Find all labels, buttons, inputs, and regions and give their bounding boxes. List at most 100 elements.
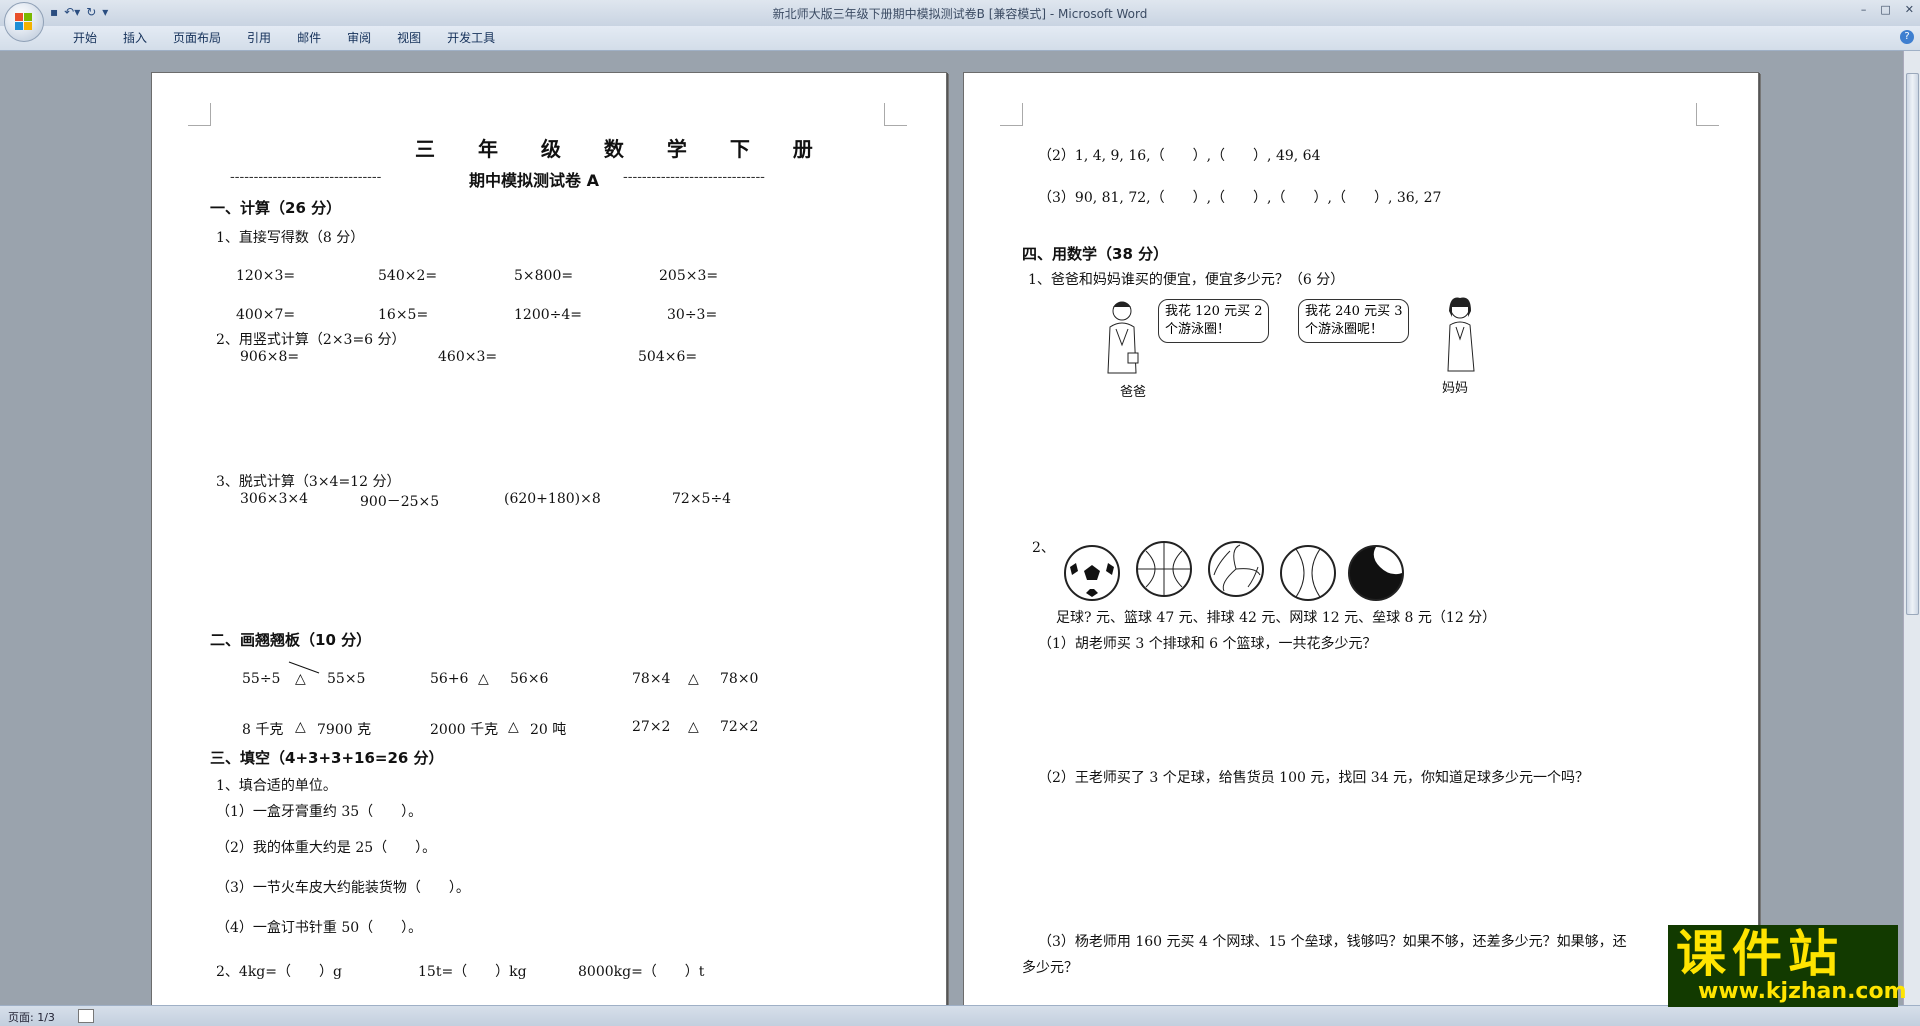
calc-item: 205×3= [659,268,719,284]
close-icon[interactable]: ✕ [1905,3,1914,16]
tab-review[interactable]: 审阅 [334,30,384,46]
calc-item: 460×3= [438,349,498,365]
compare-item: 8 千克 [242,722,284,738]
help-icon[interactable]: ? [1900,30,1914,44]
calc-item: 72×5÷4 [672,491,732,507]
bubble-line: 我花 240 元买 3 [1305,304,1403,319]
sequence-item: （2）1, 4, 9, 16,（ ）,（ ）, 49, 64 [1038,148,1321,164]
tab-references[interactable]: 引用 [234,30,284,46]
margin-corner-mark [188,103,211,126]
seesaw-triangle-icon: △ [508,719,519,735]
office-logo-icon [15,13,33,31]
fill-item: 8000kg=（ ）t [578,964,705,980]
sub-question-3-cont: 多少元？ [1022,960,1078,976]
question-4-2: 2、 [1032,540,1055,556]
volleyball-icon [1208,541,1264,597]
margin-corner-mark [884,103,907,126]
fill-item: （4）一盒订书针重 50（ ）。 [216,920,423,936]
basketball-icon [1136,541,1192,597]
compare-item: 27×2 [632,719,671,735]
margin-corner-mark [1696,103,1719,126]
fill-item: （3）一节火车皮大约能装货物（ ）。 [216,880,470,896]
document-page-1[interactable]: 三 年 级 数 学 下 册 --------------------------… [151,72,947,1014]
tab-insert[interactable]: 插入 [110,30,160,46]
section-1-heading: 一、计算（26 分） [210,199,342,217]
compare-item: 55÷5 [242,671,281,687]
status-bar: 页面: 1/3 [0,1005,1920,1026]
minimize-icon[interactable]: – [1861,3,1867,16]
softball-icon [1348,545,1404,601]
calc-item: 504×6= [638,349,698,365]
tab-home[interactable]: 开始 [60,30,110,46]
compare-item: 78×4 [632,671,671,687]
fill-item: （1）一盒牙膏重约 35（ ）。 [216,804,423,820]
sequence-item: （3）90, 81, 72,（ ）,（ ）,（ ）,（ ）, 36, 27 [1038,190,1442,206]
bubble-line: 个游泳圈呢！ [1305,322,1384,337]
calc-item: 30÷3= [667,307,718,323]
compare-item: 7900 克 [317,722,372,738]
section-3-heading: 三、填空（4+3+3+16=26 分） [210,749,444,767]
document-page-2[interactable]: （2）1, 4, 9, 16,（ ）,（ ）, 49, 64 （3）90, 81… [963,72,1759,1014]
mom-label: 妈妈 [1442,381,1469,396]
compare-item: 20 吨 [530,722,567,738]
question-1-3: 3、脱式计算（3×4=12 分） [216,474,401,490]
bubble-line: 个游泳圈！ [1165,322,1231,337]
fill-item: 2、4kg=（ ）g [216,964,342,980]
compare-item: 78×0 [720,671,759,687]
calc-item: 900－25×5 [360,494,440,510]
tab-view[interactable]: 视图 [384,30,434,46]
calc-item: 306×3×4 [240,491,308,507]
page-count[interactable]: 页面: 1/3 [8,1009,55,1025]
compare-item: 72×2 [720,719,759,735]
sub-question-3: （3）杨老师用 160 元买 4 个网球、15 个垒球，钱够吗？如果不够，还差多… [1038,934,1627,950]
question-3-1: 1、填合适的单位。 [216,778,337,794]
dad-label: 爸爸 [1120,385,1147,400]
title-bar: ▪ ↶▾ ↻ ▾ 新北师大版三年级下册期中模拟测试卷B [兼容模式] - Mic… [0,0,1920,27]
mom-figure-icon [1447,297,1475,372]
compare-item: 2000 千克 [430,722,499,738]
price-list: 足球? 元、篮球 47 元、排球 42 元、网球 12 元、垒球 8 元（12 … [1056,610,1497,626]
calc-item: 906×8= [240,349,300,365]
fill-item: （2）我的体重大约是 25（ ）。 [216,840,437,856]
question-4-1: 1、爸爸和妈妈谁买的便宜，便宜多少元？（6 分） [1028,272,1345,288]
soccer-ball-icon [1064,545,1120,601]
seesaw-triangle-icon: △ [295,671,306,687]
calc-item: 1200÷4= [514,307,582,323]
dad-speech-bubble: 我花 120 元买 2 个游泳圈！ [1158,299,1270,343]
scrollbar-thumb[interactable] [1906,73,1919,615]
sub-question-1: （1）胡老师买 3 个排球和 6 个篮球，一共花多少元？ [1038,636,1377,652]
mom-speech-bubble: 我花 240 元买 3 个游泳圈呢！ [1298,299,1410,343]
calc-item: 5×800= [514,268,574,284]
watermark-text: 课件站 [1676,925,1844,983]
bubble-line: 我花 120 元买 2 [1165,304,1263,319]
tab-page-layout[interactable]: 页面布局 [160,30,234,46]
calc-item: 400×7= [236,307,296,323]
title-dashes: -------------------------------- [230,169,382,185]
proofing-icon[interactable] [78,1009,94,1023]
seesaw-triangle-icon: △ [688,671,699,687]
compare-item: 56×6 [510,671,549,687]
section-2-heading: 二、画翘翘板（10 分） [210,631,372,649]
vertical-scrollbar[interactable] [1903,51,1920,1005]
seesaw-triangle-icon: △ [478,671,489,687]
tab-developer[interactable]: 开发工具 [434,30,508,46]
office-button[interactable] [4,2,44,42]
ribbon-tabs: 开始 插入 页面布局 引用 邮件 审阅 视图 开发工具 ? [0,26,1920,51]
section-4-heading: 四、用数学（38 分） [1022,245,1169,263]
window-title: 新北师大版三年级下册期中模拟测试卷B [兼容模式] - Microsoft Wo… [772,7,1148,21]
watermark-logo: 课件站 www.kjzhan.com [1668,925,1907,1007]
page-subtitle: 期中模拟测试卷 A [469,171,599,190]
calc-item: 120×3= [236,268,296,284]
fill-item: 15t=（ ）kg [418,964,527,980]
window-controls: – □ ✕ [1861,3,1914,16]
compare-item: 56+6 [430,671,469,687]
margin-corner-mark [1000,103,1023,126]
page-title: 三 年 级 数 学 下 册 [415,137,831,161]
tennis-ball-icon [1280,545,1336,601]
question-1-2: 2、用竖式计算（2×3=6 分） [216,332,406,348]
tab-mailings[interactable]: 邮件 [284,30,334,46]
seesaw-triangle-icon: △ [295,719,306,735]
maximize-icon[interactable]: □ [1880,3,1890,16]
question-1-1: 1、直接写得数（8 分） [216,230,365,246]
title-dashes: ------------------------------ [623,169,765,185]
